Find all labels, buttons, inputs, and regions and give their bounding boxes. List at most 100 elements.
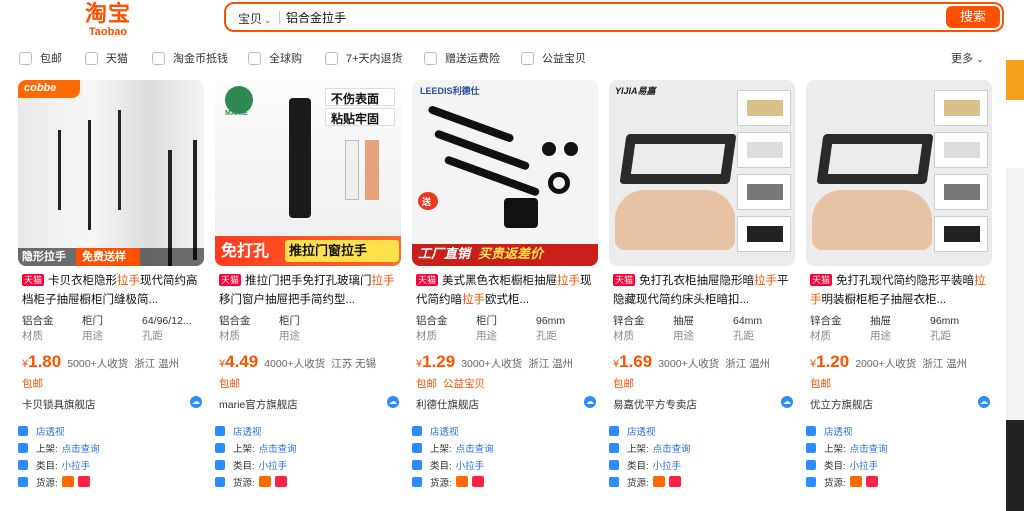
tmall-badge: 天猫 bbox=[613, 274, 636, 286]
listed-row: 上架: 点击查询 bbox=[215, 439, 401, 456]
filter-tmall[interactable]: 天猫 bbox=[85, 50, 128, 66]
category-link[interactable]: 小拉手 bbox=[456, 458, 485, 472]
product-title[interactable]: 天猫 免打孔衣柜抽屉隐形暗拉手平隐藏现代简约床头柜暗扣... bbox=[613, 272, 795, 310]
search-button[interactable]: 搜索 bbox=[946, 6, 1000, 28]
box-icon bbox=[806, 476, 816, 487]
product-card[interactable]: cobbe 隐形拉手 免费送样 天猫 卡贝衣柜隐形拉手现代简约高档柜子抽屉橱柜门缝… bbox=[18, 80, 204, 500]
plugin-info: 店透视 上架: 点击查询 类目: 小拉手 货源: bbox=[806, 422, 992, 490]
product-image[interactable]: MARIE 不伤表面 粘贴牢固 免打孔 推拉门窗拉手 bbox=[215, 80, 401, 266]
shop-view-row[interactable]: 店透视 bbox=[609, 422, 795, 439]
product-card[interactable]: LEEDIS利德仕 送 工厂直销 买贵返差价 天猫 美式黑色衣柜橱柜抽屉拉手现代简… bbox=[412, 80, 598, 500]
product-title[interactable]: 天猫 美式黑色衣柜橱柜抽屉拉手现代简约暗拉手欧式柜... bbox=[416, 272, 598, 310]
shop-view-row[interactable]: 店透视 bbox=[215, 422, 401, 439]
attr-value: 柜门 bbox=[476, 315, 497, 327]
product-title[interactable]: 天猫 推拉门把手免打孔玻璃门拉手移门窗户抽屉把手简约型... bbox=[219, 272, 401, 310]
shop-view-link[interactable]: 店透视 bbox=[36, 424, 65, 438]
source-1688-icon[interactable] bbox=[258, 476, 271, 487]
product-image[interactable]: cobbe 隐形拉手 免费送样 bbox=[18, 80, 204, 266]
chat-icon[interactable]: ☁ bbox=[387, 396, 399, 408]
shop-view-link[interactable]: 店透视 bbox=[824, 424, 853, 438]
shop-name[interactable]: marie官方旗舰店 bbox=[219, 399, 298, 411]
chat-icon[interactable]: ☁ bbox=[978, 396, 990, 408]
category-link[interactable]: 小拉手 bbox=[259, 458, 288, 472]
shop-name[interactable]: 易嘉优平方专卖店 bbox=[613, 399, 697, 411]
source-pdd-icon[interactable] bbox=[668, 476, 681, 487]
shop-name[interactable]: 利德仕旗舰店 bbox=[416, 399, 479, 411]
taobao-logo[interactable]: 淘宝 Taobao bbox=[80, 2, 136, 39]
source-1688-icon[interactable] bbox=[849, 476, 862, 487]
attr-key: 材质 bbox=[416, 330, 437, 342]
search-input[interactable] bbox=[286, 9, 886, 25]
chart-icon bbox=[609, 459, 619, 470]
category-row: 类目: 小拉手 bbox=[215, 456, 401, 473]
product-image[interactable]: YIJIA易嘉 bbox=[609, 80, 795, 266]
filter-charity[interactable]: 公益宝贝 bbox=[521, 50, 586, 66]
filter-free-shipping[interactable]: 包邮 bbox=[19, 50, 62, 66]
search-scope-dropdown[interactable]: 宝贝 ⌄ bbox=[238, 10, 272, 27]
listed-query-link[interactable]: 点击查询 bbox=[850, 441, 888, 455]
chat-icon[interactable]: ☁ bbox=[584, 396, 596, 408]
location: 浙江 温州 bbox=[725, 358, 771, 370]
product-title[interactable]: 天猫 卡贝衣柜隐形拉手现代简约高档柜子抽屉橱柜门缝极简... bbox=[22, 272, 204, 310]
shop-view-link[interactable]: 店透视 bbox=[430, 424, 459, 438]
listed-query-link[interactable]: 点击查询 bbox=[456, 441, 494, 455]
source-1688-icon[interactable] bbox=[61, 476, 74, 487]
divider bbox=[279, 11, 280, 24]
chart-icon bbox=[18, 459, 28, 470]
price-row: ¥4.49 4000+人收货 江苏 无锡 bbox=[219, 352, 401, 372]
listed-query-link[interactable]: 点击查询 bbox=[653, 441, 691, 455]
source-1688-icon[interactable] bbox=[455, 476, 468, 487]
chat-icon[interactable]: ☁ bbox=[190, 396, 202, 408]
listed-query-link[interactable]: 点击查询 bbox=[62, 441, 100, 455]
image-tag: 免费送样 bbox=[82, 251, 126, 263]
checkbox[interactable] bbox=[424, 51, 437, 65]
checkbox[interactable] bbox=[521, 51, 534, 65]
title-highlight: 拉手 bbox=[462, 294, 485, 306]
source-pdd-icon[interactable] bbox=[77, 476, 90, 487]
product-image[interactable]: LEEDIS利德仕 送 工厂直销 买贵返差价 bbox=[412, 80, 598, 266]
location: 浙江 温州 bbox=[922, 358, 968, 370]
source-row: 货源: bbox=[412, 473, 598, 490]
filter-taojinbi[interactable]: 淘金币抵钱 bbox=[152, 50, 228, 66]
chat-icon[interactable]: ☁ bbox=[781, 396, 793, 408]
category-link[interactable]: 小拉手 bbox=[62, 458, 91, 472]
product-card[interactable]: YIJIA易嘉 天猫 免打孔衣柜抽屉隐形暗拉手平隐藏现代简约床头柜暗扣... 锌合… bbox=[609, 80, 795, 500]
side-advert[interactable] bbox=[1006, 60, 1024, 511]
listed-label: 上架: bbox=[824, 443, 846, 455]
attr-material: 铝合金 材质 bbox=[219, 314, 279, 344]
filter-global[interactable]: 全球购 bbox=[248, 50, 302, 66]
checkbox[interactable] bbox=[248, 51, 261, 65]
product-card[interactable]: 天猫 免打孔现代简约隐形平装暗拉手明装橱柜柜子抽屉衣柜... 锌合金 材质 抽屉 用途… bbox=[806, 80, 992, 500]
source-pdd-icon[interactable] bbox=[865, 476, 878, 487]
shop-view-link[interactable]: 店透视 bbox=[627, 424, 656, 438]
shop-name[interactable]: 优立方旗舰店 bbox=[810, 399, 873, 411]
shop-view-row[interactable]: 店透视 bbox=[18, 422, 204, 439]
source-pdd-icon[interactable] bbox=[471, 476, 484, 487]
service-tags: 包邮 bbox=[613, 376, 640, 391]
listed-query-link[interactable]: 点击查询 bbox=[259, 441, 297, 455]
source-pdd-icon[interactable] bbox=[274, 476, 287, 487]
checkbox[interactable] bbox=[85, 51, 98, 65]
more-filters-button[interactable]: 更多 ⌄ bbox=[951, 50, 984, 66]
service-tags: 包邮 bbox=[810, 376, 837, 391]
checkbox[interactable] bbox=[152, 51, 165, 65]
filter-label: 公益宝贝 bbox=[542, 53, 586, 65]
title-highlight: 拉手 bbox=[117, 275, 141, 287]
filter-shipping-insurance[interactable]: 赠送运费险 bbox=[424, 50, 500, 66]
shop-name[interactable]: 卡贝锁具旗舰店 bbox=[22, 399, 96, 411]
product-card[interactable]: MARIE 不伤表面 粘贴牢固 免打孔 推拉门窗拉手 天猫 推拉门把手免打孔玻璃门… bbox=[215, 80, 401, 500]
product-image[interactable] bbox=[806, 80, 992, 266]
checkbox[interactable] bbox=[325, 51, 338, 65]
source-1688-icon[interactable] bbox=[652, 476, 665, 487]
filter-7day-return[interactable]: 7+天内退货 bbox=[325, 50, 403, 66]
calendar-icon bbox=[806, 442, 816, 453]
shop-view-row[interactable]: 店透视 bbox=[806, 422, 992, 439]
attr-value: 64mm bbox=[733, 315, 763, 327]
category-link[interactable]: 小拉手 bbox=[850, 458, 879, 472]
search-scope-label: 宝贝 bbox=[238, 12, 263, 26]
shop-view-link[interactable]: 店透视 bbox=[233, 424, 262, 438]
product-title[interactable]: 天猫 免打孔现代简约隐形平装暗拉手明装橱柜柜子抽屉衣柜... bbox=[810, 272, 992, 310]
checkbox[interactable] bbox=[19, 51, 32, 65]
category-link[interactable]: 小拉手 bbox=[653, 458, 682, 472]
shop-view-row[interactable]: 店透视 bbox=[412, 422, 598, 439]
